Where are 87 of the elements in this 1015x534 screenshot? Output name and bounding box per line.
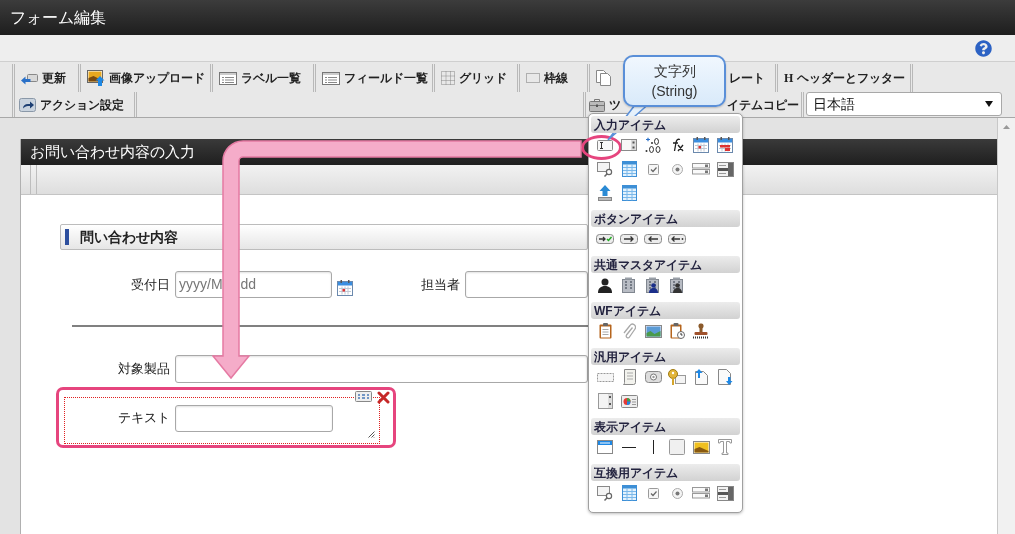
- language-select[interactable]: 日本語: [806, 92, 1002, 116]
- palette-section-header: 汎用アイテム: [591, 348, 740, 365]
- building-icon[interactable]: [622, 277, 636, 293]
- clipboard-icon[interactable]: [598, 323, 612, 339]
- callout-text: 文字列: [653, 62, 696, 81]
- person-silhouette-icon[interactable]: [598, 277, 612, 293]
- toolbar-tab[interactable]: 画像アップロード: [78, 64, 210, 92]
- dotted-grid-icon[interactable]: [441, 71, 455, 85]
- dashed-box-icon[interactable]: [596, 372, 614, 382]
- building-person-icon[interactable]: [670, 277, 684, 293]
- vertical-line-icon[interactable]: [652, 440, 654, 454]
- panel-icon[interactable]: [597, 393, 613, 409]
- dotted-frame-icon[interactable]: [526, 73, 540, 83]
- radio-button-icon[interactable]: [671, 487, 683, 499]
- close-icon[interactable]: [377, 391, 390, 404]
- list-box-icon[interactable]: [716, 161, 734, 177]
- text-input[interactable]: [175, 405, 333, 432]
- decimal-icon[interactable]: [645, 137, 661, 153]
- stacked-fields-icon[interactable]: [692, 163, 710, 175]
- text-input[interactable]: [465, 271, 588, 298]
- picture-icon[interactable]: [692, 440, 710, 454]
- scroll-up-arrow-icon[interactable]: [1003, 125, 1010, 129]
- blank-square-icon[interactable]: [669, 439, 685, 455]
- toolbar-tab[interactable]: アクション設定: [12, 92, 137, 117]
- palette-section-header: 入力アイテム: [591, 116, 740, 133]
- arrow-box-icon[interactable]: [19, 97, 36, 112]
- copy-icon[interactable]: [596, 70, 611, 86]
- toolbar-tab[interactable]: 更新: [12, 64, 78, 92]
- window-magnifier-icon[interactable]: [597, 161, 613, 177]
- form-item[interactable]: テキスト: [64, 397, 380, 444]
- list-window-icon[interactable]: [219, 71, 237, 85]
- pie-chart-card-icon[interactable]: [620, 394, 638, 408]
- toolbar-tab[interactable]: グリッド: [432, 64, 517, 92]
- key-icon[interactable]: [668, 369, 686, 385]
- palette-section-header: ボタンアイテム: [591, 210, 740, 227]
- document-icon[interactable]: [622, 369, 636, 385]
- paperclip-icon[interactable]: [622, 323, 636, 339]
- palette-section-header: 共通マスタアイテム: [591, 256, 740, 273]
- checkbox-icon[interactable]: [647, 163, 659, 175]
- section-heading: 問い合わせ内容: [60, 224, 588, 250]
- table-settings-icon[interactable]: [355, 391, 372, 402]
- clipboard-clock-icon[interactable]: [669, 323, 685, 339]
- stacked-fields-icon[interactable]: [692, 487, 710, 499]
- callout-text: (String): [651, 82, 698, 101]
- text-t-icon[interactable]: [718, 439, 732, 455]
- list-window-icon[interactable]: [322, 71, 340, 85]
- horizontal-line-icon[interactable]: [622, 446, 636, 448]
- toolbar-tab[interactable]: 枠線: [517, 64, 587, 92]
- calendar-icon[interactable]: [693, 137, 709, 153]
- table-icon[interactable]: [621, 161, 637, 177]
- toolbox-icon[interactable]: [589, 97, 605, 112]
- arrow-card-icon[interactable]: [21, 71, 38, 85]
- table-icon[interactable]: [621, 185, 637, 201]
- field-label: 受付日: [130, 276, 171, 294]
- window-title-bar: フォーム編集: [0, 0, 1015, 35]
- image-upload-icon[interactable]: [87, 70, 105, 86]
- list-box-icon[interactable]: [716, 485, 734, 501]
- field-label: テキスト: [117, 409, 171, 427]
- table-icon[interactable]: [621, 485, 637, 501]
- camera-icon[interactable]: [644, 371, 662, 383]
- resize-grip-icon[interactable]: [368, 431, 375, 438]
- help-icon[interactable]: [975, 39, 992, 57]
- toolbar-tab[interactable]: ラベル一覧: [210, 64, 313, 92]
- text-input[interactable]: [175, 355, 588, 383]
- building-person-icon[interactable]: [646, 277, 660, 293]
- file-upload-icon[interactable]: [694, 369, 708, 385]
- field-label: 担当者: [420, 276, 461, 294]
- text-area-icon[interactable]: [621, 139, 637, 151]
- toolbar-tab[interactable]: フィールド一覧: [313, 64, 432, 92]
- header-bar-icon[interactable]: [597, 440, 613, 454]
- checkbox-icon[interactable]: [647, 487, 659, 499]
- scrollbar[interactable]: [997, 118, 1015, 534]
- calendar-event-icon[interactable]: [717, 137, 733, 153]
- radio-button-icon[interactable]: [671, 163, 683, 175]
- window-magnifier-icon[interactable]: [597, 485, 613, 501]
- field-label: 対象製品: [117, 360, 171, 378]
- file-download-icon[interactable]: [717, 369, 733, 385]
- calendar-icon[interactable]: [337, 280, 353, 296]
- caret-down-icon[interactable]: [985, 101, 993, 107]
- stamp-icon[interactable]: [693, 323, 709, 339]
- button-arrow-check-icon[interactable]: [596, 234, 614, 244]
- landscape-image-icon[interactable]: [644, 324, 662, 338]
- palette-section-header: 互換用アイテム: [591, 464, 740, 481]
- text-field-icon[interactable]: [597, 139, 613, 151]
- palette-section-header: WFアイテム: [591, 302, 740, 319]
- palette-section-header: 表示アイテム: [591, 418, 740, 435]
- upload-icon[interactable]: [598, 185, 612, 201]
